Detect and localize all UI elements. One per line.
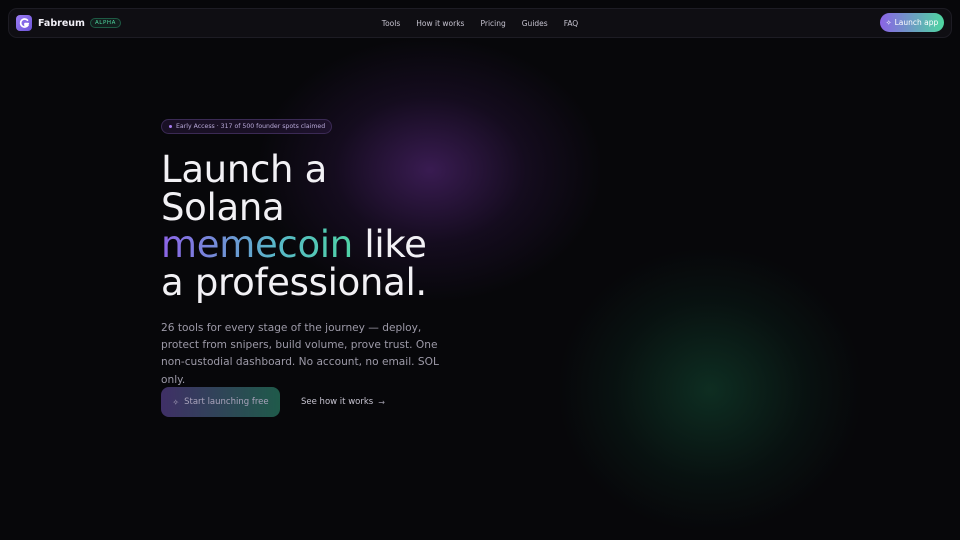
- nav-link-faq[interactable]: FAQ: [564, 19, 579, 28]
- early-access-text: Early Access · 317 of 500 founder spots …: [176, 123, 326, 130]
- nav-links: Tools How it works Pricing Guides FAQ: [9, 9, 951, 37]
- headline-highlight: memecoin: [161, 223, 353, 266]
- see-how-it-works-label: See how it works: [301, 397, 374, 407]
- headline-line-3-rest: like: [352, 223, 427, 266]
- headline-line-1: Launch a: [161, 148, 328, 191]
- start-launching-label: Start launching free: [184, 397, 269, 407]
- launch-app-button[interactable]: ✧ Launch app: [880, 13, 944, 32]
- launch-app-label: Launch app: [894, 18, 939, 27]
- headline-line-4: a professional.: [161, 260, 427, 304]
- fabreum-logo-icon: [16, 15, 32, 31]
- hero-subtitle: 26 tools for every stage of the journey …: [161, 322, 439, 386]
- hero-headline: Launch a Solana memecoin like a professi…: [161, 151, 481, 301]
- nav-link-pricing[interactable]: Pricing: [480, 19, 505, 28]
- nav-link-tools[interactable]: Tools: [382, 19, 400, 28]
- status-dot: [169, 125, 172, 128]
- green-glow: [560, 250, 860, 530]
- headline-line-2: Solana: [161, 185, 285, 229]
- headline-line-3: memecoin like: [161, 226, 481, 264]
- sparkle-icon: ✧: [172, 397, 180, 407]
- nav-link-how-it-works[interactable]: How it works: [416, 19, 464, 28]
- sparkle-icon: ✧: [885, 18, 892, 27]
- early-access-pill: Early Access · 317 of 500 founder spots …: [161, 119, 333, 134]
- alpha-badge: ALPHA: [89, 18, 121, 28]
- landing-page: Fabreum ALPHA Tools How it works Pricing…: [0, 0, 960, 540]
- brand[interactable]: Fabreum ALPHA: [16, 15, 121, 31]
- top-navigation-bar: Fabreum ALPHA Tools How it works Pricing…: [8, 8, 952, 38]
- arrow-right-icon: →: [378, 397, 385, 407]
- start-launching-button[interactable]: ✧ Start launching free: [161, 387, 280, 417]
- nav-link-guides[interactable]: Guides: [522, 19, 548, 28]
- see-how-it-works-link[interactable]: See how it works →: [301, 394, 385, 410]
- brand-name: Fabreum: [38, 17, 85, 29]
